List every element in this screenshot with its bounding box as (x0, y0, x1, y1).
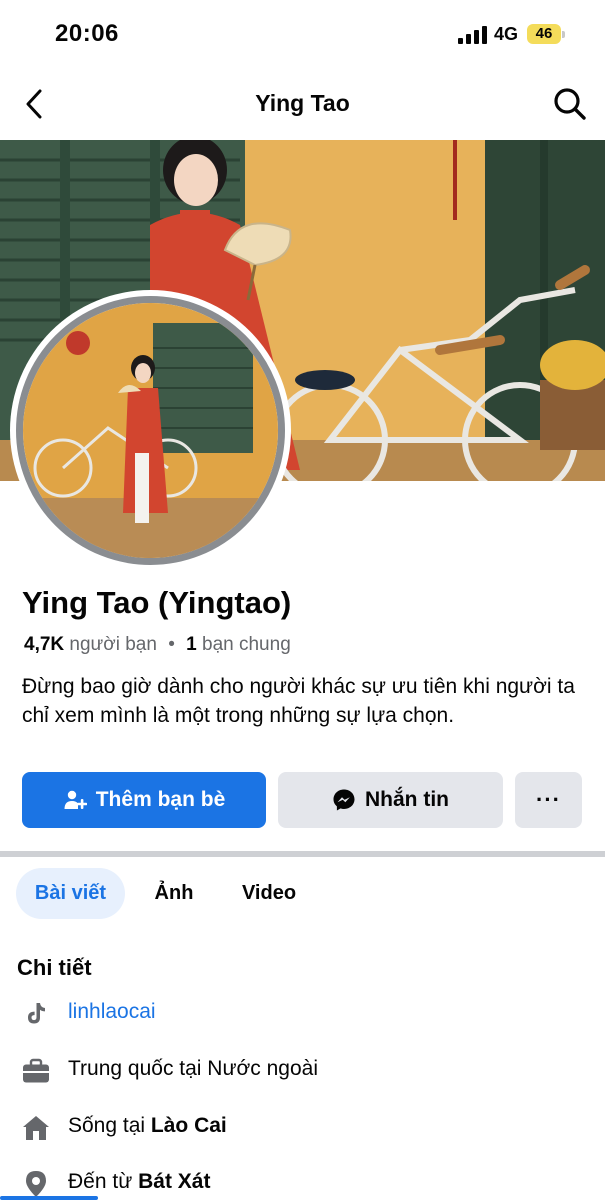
briefcase-icon (22, 1057, 50, 1085)
tab-posts[interactable]: Bài viết (16, 868, 125, 919)
tab-videos[interactable]: Video (224, 868, 314, 919)
avatar-image (16, 296, 285, 565)
mutual-count[interactable]: 1 (186, 634, 197, 655)
lives-in-prefix: Sống tại (68, 1114, 151, 1137)
home-icon (22, 1114, 50, 1142)
profile-avatar[interactable] (10, 290, 291, 571)
profile-bio: Đừng bao giờ dành cho người khác sự ưu t… (22, 675, 575, 727)
friends-summary: 4,7K người bạn • 1 bạn chung (24, 634, 291, 656)
scroll-indicator (0, 1196, 98, 1200)
tiktok-handle[interactable]: linhlaocai (68, 1000, 156, 1024)
from-prefix: Đến từ (68, 1170, 139, 1193)
from-text: Đến từ Bát Xát (68, 1170, 210, 1194)
from-place[interactable]: Bát Xát (138, 1170, 210, 1193)
lives-in-text: Sống tại Lào Cai (68, 1114, 227, 1138)
detail-lives-in: Sống tại Lào Cai (0, 1108, 605, 1148)
add-friend-icon (63, 788, 87, 812)
more-options-button[interactable]: ··· (515, 772, 582, 828)
signal-icon (458, 26, 487, 44)
status-time: 20:06 (55, 20, 119, 47)
tiktok-icon (22, 1000, 50, 1028)
battery-tip (562, 31, 565, 38)
separator-dot: • (168, 634, 175, 655)
mutual-label[interactable]: bạn chung (202, 634, 291, 655)
section-divider (0, 851, 605, 857)
detail-from: Đến từ Bát Xát (0, 1164, 605, 1200)
friends-label[interactable]: người bạn (69, 634, 157, 655)
detail-work: Trung quốc tại Nước ngoài (0, 1051, 605, 1091)
lives-in-place[interactable]: Lào Cai (151, 1114, 227, 1137)
search-button[interactable] (550, 84, 590, 124)
friends-count[interactable]: 4,7K (24, 634, 64, 655)
messenger-icon (332, 788, 356, 812)
battery-icon: 46 (527, 24, 561, 44)
message-button[interactable]: Nhắn tin (278, 772, 503, 828)
profile-name: Ying Tao (Yingtao) (22, 585, 292, 620)
page-title: Ying Tao (255, 90, 350, 116)
status-bar: 20:06 4G 46 (0, 0, 605, 68)
message-label: Nhắn tin (365, 788, 449, 811)
detail-tiktok[interactable]: linhlaocai (0, 994, 605, 1034)
add-friend-button[interactable]: Thêm bạn bè (22, 772, 266, 828)
add-friend-label: Thêm bạn bè (95, 788, 226, 811)
tab-photos[interactable]: Ảnh (136, 868, 212, 919)
search-icon (554, 88, 586, 120)
network-type: 4G (494, 24, 519, 44)
location-pin-icon (22, 1170, 50, 1198)
details-heading: Chi tiết (17, 955, 92, 980)
profile-header: Ying Tao (0, 68, 605, 140)
work-text: Trung quốc tại Nước ngoài (68, 1057, 319, 1080)
